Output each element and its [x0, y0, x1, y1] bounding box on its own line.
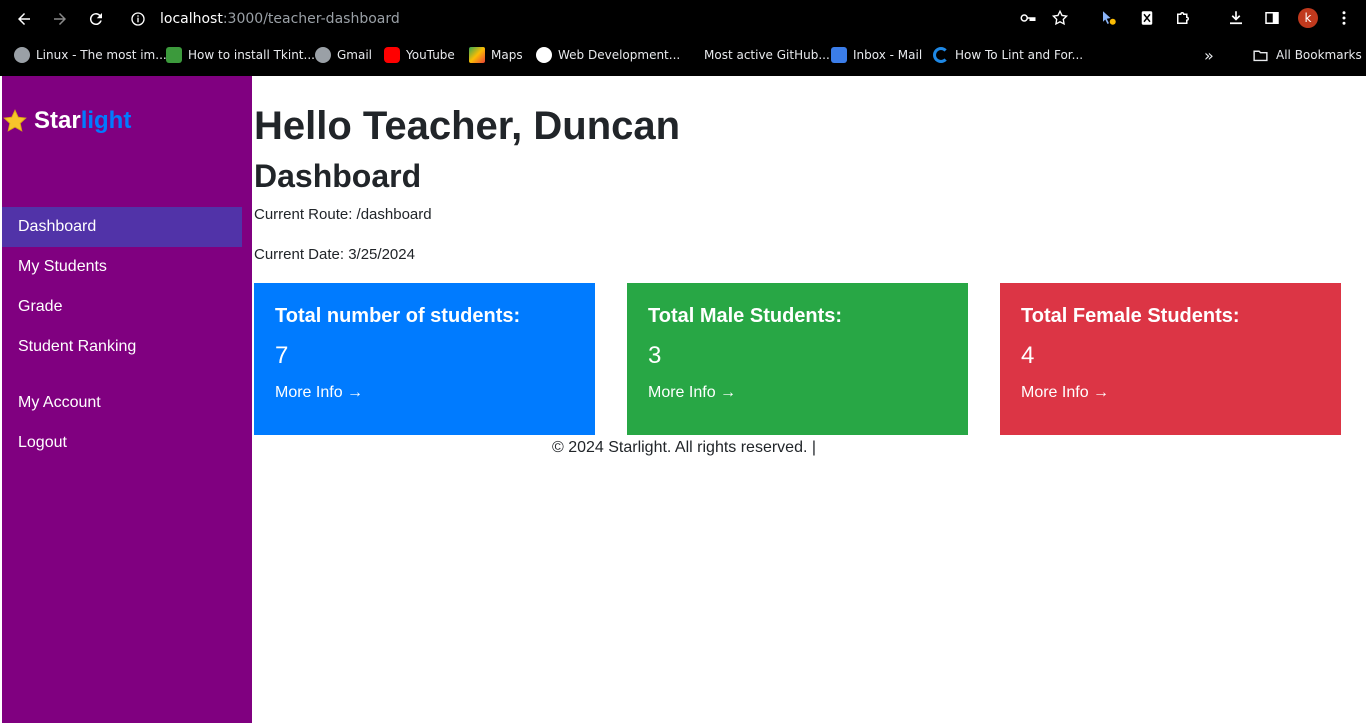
bookmarks-overflow-button[interactable]: » — [1204, 46, 1214, 65]
url-path: :3000/teacher-dashboard — [222, 10, 400, 27]
bookmark-label: YouTube — [406, 48, 455, 62]
url-host: localhost — [160, 10, 223, 27]
bookmark-item[interactable]: How to install Tkint... — [166, 46, 315, 64]
side-panel-button[interactable] — [1262, 8, 1282, 28]
bookmarks-bar: Linux - The most im... How to install Tk… — [0, 40, 1366, 70]
arrow-left-icon — [18, 13, 30, 25]
browser-toolbar: localhost:3000/teacher-dashboard k — [0, 0, 1366, 37]
globe-icon — [14, 47, 30, 63]
card-title: Total Female Students: — [1021, 305, 1240, 327]
password-key-button[interactable] — [1018, 8, 1038, 28]
downloads-button[interactable] — [1226, 8, 1246, 28]
more-info-link[interactable]: More Info → — [1021, 384, 1320, 402]
footer-text: © 2024 Starlight. All rights reserved. | — [551, 439, 817, 456]
bookmark-item[interactable]: Most active GitHub... — [682, 46, 830, 64]
total-students-card: Total number of students: 7 More Info → — [254, 283, 595, 435]
bookmark-item[interactable]: YouTube — [384, 46, 455, 64]
youtube-icon — [384, 47, 400, 63]
all-bookmarks-button[interactable]: All Bookmarks — [1252, 46, 1362, 64]
sidebar-item-student-ranking[interactable]: Student Ranking — [2, 327, 242, 367]
puzzle-icon — [1177, 12, 1189, 24]
reload-button[interactable] — [85, 8, 107, 30]
info-icon — [131, 11, 145, 26]
all-bookmarks-label: All Bookmarks — [1276, 48, 1362, 62]
more-vertical-icon — [1342, 11, 1346, 25]
folder-icon — [1253, 50, 1268, 61]
url-text: localhost:3000/teacher-dashboard — [160, 11, 400, 27]
card-title: Total number of students: — [275, 305, 521, 327]
sidebar-nav: Dashboard My Students Grade Student Rank… — [2, 207, 242, 463]
download-icon — [1230, 11, 1242, 25]
star-icon — [3, 109, 27, 132]
card-value: 4 — [1021, 342, 1035, 369]
bookmark-label: Web Development... — [558, 48, 681, 62]
excel-extension-icon — [1141, 11, 1153, 25]
blank-icon — [682, 47, 698, 63]
star-outline-icon — [1051, 9, 1069, 26]
card-value: 7 — [275, 342, 289, 369]
greeting-heading: Hello Teacher, Duncan — [254, 104, 681, 148]
sidebar-item-logout[interactable]: Logout — [2, 423, 242, 463]
brand-name-part1: Star — [34, 107, 81, 134]
extensions-button[interactable] — [1173, 8, 1193, 28]
globe-icon — [315, 47, 331, 63]
bookmark-label: Maps — [491, 48, 523, 62]
more-info-link[interactable]: More Info → — [275, 384, 574, 402]
brand-logo[interactable]: Star light — [2, 106, 131, 136]
current-date: Current Date: 3/25/2024 — [254, 246, 415, 263]
forward-button[interactable] — [49, 8, 71, 30]
bookmark-star-button[interactable] — [1050, 8, 1070, 28]
arrow-right-icon — [54, 13, 66, 25]
side-panel-icon — [1265, 12, 1279, 24]
sidebar-item-grade[interactable]: Grade — [2, 287, 242, 327]
bookmark-label: Inbox - Mail — [853, 48, 923, 62]
bookmark-label: Gmail — [337, 48, 373, 62]
reload-icon — [89, 13, 102, 26]
green-page-icon — [166, 47, 182, 63]
back-button[interactable] — [13, 8, 35, 30]
bookmark-item[interactable]: Web Development... — [536, 46, 680, 64]
bookmark-label: Linux - The most im... — [36, 48, 167, 62]
female-students-card: Total Female Students: 4 More Info → — [1000, 283, 1341, 435]
bookmark-item[interactable]: Maps — [469, 46, 523, 64]
bookmark-item[interactable]: Gmail — [315, 46, 372, 64]
cursor-extension-icon — [1103, 11, 1116, 25]
address-bar[interactable]: localhost:3000/teacher-dashboard — [122, 4, 1002, 33]
sidebar-item-dashboard[interactable]: Dashboard — [2, 207, 242, 247]
mail-icon — [831, 47, 847, 63]
current-route: Current Route: /dashboard — [254, 206, 432, 223]
extension-button-1[interactable] — [1099, 8, 1119, 28]
bookmark-item[interactable]: Inbox - Mail — [831, 46, 922, 64]
page-title: Dashboard — [254, 158, 422, 194]
circle-icon — [536, 47, 552, 63]
bookmark-label: Most active GitHub... — [704, 48, 830, 62]
spinner-icon — [933, 47, 949, 63]
male-students-card: Total Male Students: 3 More Info → — [627, 283, 968, 435]
key-icon — [1020, 14, 1036, 22]
bookmark-label: How to install Tkint... — [188, 48, 315, 62]
bookmark-item[interactable]: How To Lint and For... — [933, 46, 1083, 64]
browser-chrome: localhost:3000/teacher-dashboard k Linux… — [0, 0, 1366, 76]
sidebar-item-my-account[interactable]: My Account — [2, 383, 242, 423]
extension-button-2[interactable] — [1137, 8, 1157, 28]
maps-icon — [469, 47, 485, 63]
more-info-link[interactable]: More Info → — [648, 384, 947, 402]
bookmark-label: How To Lint and For... — [955, 48, 1084, 62]
sidebar-item-my-students[interactable]: My Students — [2, 247, 242, 287]
sidebar: Star light Dashboard My Students Grade St… — [2, 76, 252, 723]
card-title: Total Male Students: — [648, 305, 843, 327]
browser-menu-button[interactable] — [1334, 8, 1354, 28]
brand-name-part2: light — [80, 107, 132, 134]
bookmark-item[interactable]: Linux - The most im... — [14, 46, 167, 64]
profile-avatar[interactable]: k — [1298, 8, 1318, 28]
card-value: 3 — [648, 342, 662, 369]
